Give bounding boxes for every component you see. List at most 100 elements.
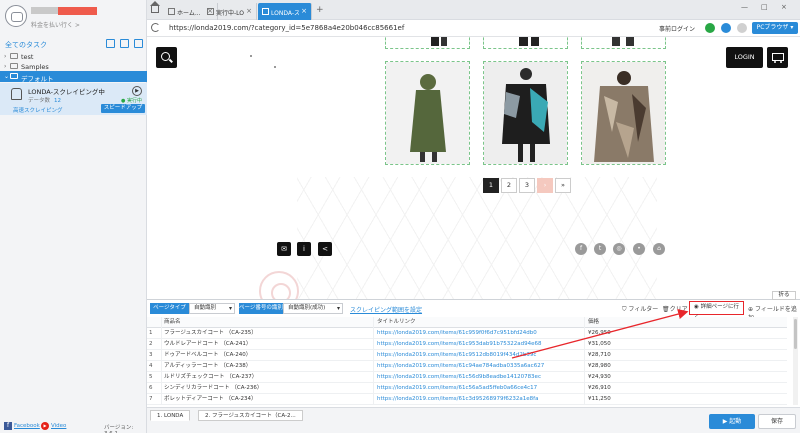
folder-manage-icon[interactable]	[134, 39, 143, 48]
product-image-top-2[interactable]	[483, 37, 568, 49]
robot-icon	[11, 88, 22, 100]
window-close-button[interactable]: ×	[781, 3, 787, 11]
scrape-range-link[interactable]: スクレイピング範囲を設定	[350, 305, 422, 314]
table-row[interactable]: 7 ボレットディアーコート （CA-234） https://londa2019.c…	[147, 394, 787, 405]
play-icon[interactable]: ▶	[132, 86, 142, 96]
tab-running[interactable]: 実行中-LO... ×	[203, 3, 257, 20]
product-image-top-3[interactable]	[581, 37, 666, 49]
column-divider	[373, 317, 374, 405]
page-number-select[interactable]: 自動識別(成功)	[283, 303, 343, 314]
save-button[interactable]: 保存	[758, 414, 796, 429]
facebook-link[interactable]: Facebook	[14, 423, 40, 429]
fold-panel-button[interactable]: 折る	[772, 291, 796, 300]
tasks-header: 全てのタスク	[0, 38, 147, 50]
video-link[interactable]: Video	[51, 423, 66, 429]
home-icon[interactable]	[150, 1, 160, 13]
version-label: バージョン: 3.6.1	[104, 425, 134, 433]
status-running: ● 実行中	[121, 98, 142, 104]
close-icon[interactable]: ×	[301, 7, 307, 15]
table-row[interactable]: 1 フラージュスカイコート （CA-235） https://londa2019.c…	[147, 328, 787, 339]
decor-dot	[250, 55, 252, 57]
site-search-icon[interactable]	[156, 47, 177, 68]
product-image-fur-coat[interactable]	[581, 61, 666, 165]
filter-button[interactable]: ⛉ フィルター	[622, 304, 658, 314]
product-image-puffer-coat[interactable]	[483, 61, 568, 165]
app-window: 料金を払い行く > 全てのタスク › test › Samples ⌄ デフォル…	[0, 0, 800, 433]
import-task-icon[interactable]	[120, 39, 129, 48]
tree-folder-default[interactable]: ⌄ デフォルト	[0, 71, 147, 83]
decorative-circle	[259, 271, 299, 299]
youtube-icon[interactable]: ▶	[41, 422, 49, 430]
sheet-tab-detail[interactable]: 2. フラージュスカイコート（CA-2...	[198, 410, 303, 421]
mode-label: 高速スクレイピング	[13, 108, 63, 114]
decor-dot	[274, 66, 276, 68]
chevron-right-icon: ›	[4, 53, 7, 60]
url-input[interactable]: https://londa2019.com/?category_id=5e786…	[169, 24, 404, 32]
table-row[interactable]: 3 ドゥアードベルコート （CA-240） https://londa2019.co…	[147, 350, 787, 361]
share-icon[interactable]: <	[318, 242, 332, 256]
home-icon[interactable]: ⌂	[653, 243, 665, 255]
instagram-icon[interactable]: ◎	[613, 243, 625, 255]
table-scrollbar[interactable]	[793, 317, 798, 405]
user-icon[interactable]	[721, 23, 731, 33]
user-plan-badge	[58, 7, 97, 15]
upgrade-link[interactable]: 料金を払い行く >	[31, 20, 80, 29]
sheet-tab-londa[interactable]: 1. LONDA	[150, 410, 191, 421]
folder-icon	[10, 73, 18, 79]
product-image-top-1[interactable]	[385, 37, 470, 49]
tab-label: LONDA-ス...	[271, 10, 299, 17]
run-button[interactable]: ▶ 起動	[709, 414, 755, 429]
col-link-header[interactable]: タイトルリンク	[377, 317, 582, 327]
pc-browser-button[interactable]: PCブラウザ ▾	[752, 22, 798, 34]
tab-label: ホーム...	[177, 10, 201, 17]
column-divider	[584, 317, 585, 405]
page-3-button[interactable]: 3	[519, 178, 535, 193]
table-row[interactable]: 6 シンディリカラードコート （CA-236） https://londa2019.…	[147, 383, 787, 394]
sidebar: 料金を払い行く > 全てのタスク › test › Samples ⌄ デフォル…	[0, 0, 147, 433]
cart-icon[interactable]	[767, 47, 788, 68]
table-header: 商品名 タイトルリンク 価格	[147, 317, 787, 328]
col-name-header[interactable]: 商品名	[164, 317, 364, 327]
table-row[interactable]: 2 ウルドレアードコート （CA-241） https://londa2019.co…	[147, 339, 787, 350]
facebook-icon[interactable]: f	[575, 243, 587, 255]
page-type-label: ページタイプ	[150, 303, 189, 314]
plus-circle-icon: ⊕	[748, 306, 755, 313]
sidebar-footer: f Facebook ▶ Video バージョン: 3.6.1	[0, 419, 147, 433]
next-page-button[interactable]: ›	[537, 178, 553, 193]
folder-label: test	[21, 53, 34, 61]
page-type-select[interactable]: 自動識別	[189, 303, 235, 314]
reload-icon[interactable]	[151, 23, 160, 32]
new-tab-button[interactable]: +	[316, 5, 324, 15]
status-icon[interactable]	[705, 23, 715, 33]
tab-londa[interactable]: LONDA-ス... ×	[258, 3, 312, 20]
bottom-bar: 1. LONDA 2. フラージュスカイコート（CA-2... ▶ 起動 保存	[147, 407, 800, 433]
tab-label: 実行中-LO...	[216, 10, 244, 17]
mail-icon[interactable]: ✉	[277, 242, 291, 256]
minimize-button[interactable]: —	[741, 3, 748, 11]
maximize-button[interactable]: □	[761, 3, 768, 11]
task-name: LONDA-スクレイピング中	[28, 88, 105, 96]
table-row[interactable]: 5 ルドリズチェックコート （CA-237） https://londa2019.c…	[147, 372, 787, 383]
folder-icon	[10, 63, 18, 69]
go-detail-page-button[interactable]: ◉ 詳細ページに行く	[689, 301, 744, 321]
info-icon[interactable]: i	[297, 242, 311, 256]
all-tasks-label[interactable]: 全てのタスク	[5, 40, 47, 50]
new-task-icon[interactable]	[106, 39, 115, 48]
close-icon[interactable]: ×	[246, 7, 252, 15]
col-price-header[interactable]: 価格	[588, 317, 768, 327]
twitter-icon[interactable]: t	[594, 243, 606, 255]
line-icon[interactable]: •	[633, 243, 645, 255]
page-1-button[interactable]: 1	[483, 178, 499, 193]
settings-icon[interactable]	[737, 23, 747, 33]
task-card-londa[interactable]: LONDA-スクレイピング中 データ数 12 ▶ ● 実行中 高速スクレイピング …	[0, 83, 147, 115]
product-image-green-coat[interactable]	[385, 61, 470, 165]
speed-up-button[interactable]: スピードアップ	[101, 104, 145, 113]
facebook-icon[interactable]: f	[4, 422, 12, 430]
page-2-button[interactable]: 2	[501, 178, 517, 193]
pre-login-link[interactable]: 事前ログイン	[659, 24, 695, 33]
last-page-button[interactable]: »	[555, 178, 571, 193]
table-row[interactable]: 4 アルディッラーコート （CA-238） https://londa2019.co…	[147, 361, 787, 372]
clear-button[interactable]: 🗑クリア	[662, 304, 688, 313]
web-page: LOGIN 1 2 3 › » ✉ i < f t ◎ • ⌂	[147, 37, 800, 299]
site-login-button[interactable]: LOGIN	[726, 47, 763, 68]
